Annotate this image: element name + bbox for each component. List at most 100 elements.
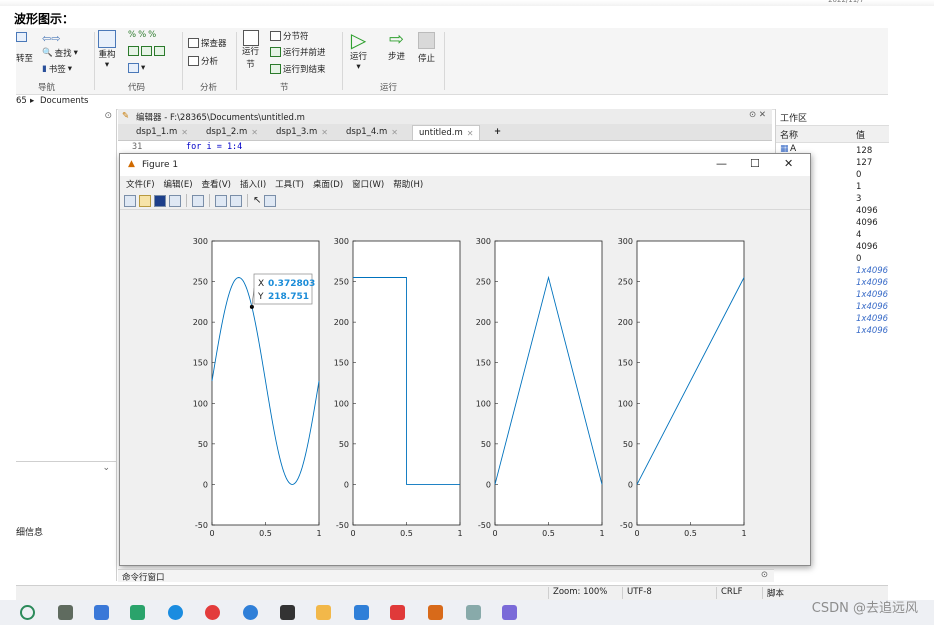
tab-dsp1-2[interactable]: dsp1_2.m ✕ xyxy=(200,125,264,139)
app-icon[interactable] xyxy=(20,605,35,620)
analyze-button[interactable]: 分析 xyxy=(188,55,218,67)
save-icon[interactable] xyxy=(154,194,166,207)
subplot-4[interactable]: -500501001502002503000 0.5 1 xyxy=(618,237,747,538)
subplot-1[interactable]: -500501001502002503000 0.5 1X 0.372803Y 218.… xyxy=(193,237,322,538)
current-folder-bar[interactable]: 65 ▸ Documents xyxy=(16,95,888,110)
tab-dsp1-1[interactable]: dsp1_1.m ✕ xyxy=(130,125,194,139)
app-icon[interactable] xyxy=(390,605,405,620)
app-icon[interactable] xyxy=(354,605,369,620)
close-icon[interactable]: ✕ xyxy=(467,129,474,138)
menu-tools[interactable]: 工具(T) xyxy=(275,178,304,190)
close-icon[interactable]: ✕ xyxy=(784,157,793,170)
menu-view[interactable]: 查看(V) xyxy=(202,178,231,190)
add-tab-button[interactable]: + xyxy=(488,125,507,139)
plot-area[interactable]: -50 0 50 100 150 200 250 300 0 0.5 1 X 0.372803 Y 218.… xyxy=(121,212,809,564)
run-advance-icon xyxy=(270,47,281,57)
print-icon[interactable] xyxy=(169,194,181,207)
goto-button[interactable] xyxy=(16,32,27,42)
format-button[interactable]: ▾ xyxy=(128,63,145,73)
minimize-icon[interactable]: — xyxy=(716,157,727,170)
comment-buttons[interactable]: %%% xyxy=(128,30,156,40)
menu-edit[interactable]: 编辑(E) xyxy=(164,178,193,190)
section-break-button[interactable]: 分节符 xyxy=(270,30,309,42)
explorer-button[interactable]: 探查器 xyxy=(188,37,227,49)
indent-buttons[interactable] xyxy=(128,46,165,56)
app-icon[interactable] xyxy=(243,605,258,620)
figure-title: Figure 1 xyxy=(142,160,179,170)
colorbar-icon[interactable] xyxy=(215,194,227,207)
divider xyxy=(94,32,95,90)
run-advance-button[interactable]: 运行并前进 xyxy=(270,46,326,58)
run-button[interactable]: ▷ 运行 ▾ xyxy=(350,30,367,72)
tab-dsp1-4[interactable]: dsp1_4.m ✕ xyxy=(340,125,404,139)
code-text[interactable]: for i = 1:4 xyxy=(186,142,242,152)
new-figure-icon[interactable] xyxy=(124,194,136,207)
close-icon[interactable]: ✕ xyxy=(391,128,398,137)
subplot-2[interactable]: -500501001502002503000 0.5 1 xyxy=(334,237,463,538)
menu-insert[interactable]: 插入(I) xyxy=(240,178,266,190)
legend-icon[interactable] xyxy=(230,194,242,207)
app-icon[interactable] xyxy=(205,605,220,620)
run-to-end-button[interactable]: 运行到结束 xyxy=(270,63,326,75)
x-tick-label: 1 xyxy=(741,529,746,538)
figure-window[interactable]: ▲ Figure 1 — ☐ ✕ 文件(F) 编辑(E) 查看(V) 插入(I)… xyxy=(119,153,811,566)
y-tick-label: 150 xyxy=(193,359,208,368)
subplots-canvas[interactable]: -500501001502002503000 0.5 1X 0.372803Y 218.… xyxy=(121,212,809,564)
workspace-value: 1x4096 xyxy=(856,326,889,336)
back-arrow-icon: ⇦⇨ xyxy=(42,32,61,45)
step-button[interactable]: ⇨ 步进 xyxy=(388,30,405,63)
path-prefix[interactable]: 65 xyxy=(16,96,27,106)
pointer-icon[interactable]: ↖ xyxy=(253,195,261,206)
find-button[interactable]: 🔍 查找 ▾ xyxy=(42,47,78,59)
app-icon[interactable] xyxy=(130,605,145,620)
path-folder[interactable]: Documents xyxy=(40,96,88,106)
bookmark-button[interactable]: ▮ 书签 ▾ xyxy=(42,63,72,75)
browser-icon[interactable] xyxy=(168,605,183,620)
matlab-icon[interactable] xyxy=(428,605,443,620)
app-icon[interactable] xyxy=(466,605,481,620)
menu-help[interactable]: 帮助(H) xyxy=(393,178,423,190)
app-icon[interactable] xyxy=(58,605,73,620)
datatip-x-value: 0.372803 xyxy=(268,279,315,289)
axes-box xyxy=(636,240,745,526)
app-icon[interactable] xyxy=(94,605,109,620)
subplot-3[interactable]: -500501001502002503000 0.5 1 xyxy=(476,237,605,538)
divider xyxy=(186,194,187,207)
refactor-button[interactable]: 重构 ▾ xyxy=(98,30,116,70)
maximize-icon[interactable]: ☐ xyxy=(750,157,760,170)
close-icon[interactable]: ✕ xyxy=(181,128,188,137)
menu-desktop[interactable]: 桌面(D) xyxy=(313,178,343,190)
code-editor[interactable]: 31 for i = 1:4 xyxy=(118,141,772,153)
tab-untitled[interactable]: untitled.m ✕ xyxy=(412,125,481,140)
col-value[interactable]: 值 xyxy=(856,128,865,141)
folder-icon[interactable] xyxy=(316,605,331,620)
editor-controls[interactable]: ⊙ ✕ xyxy=(749,110,766,120)
command-window-bar[interactable]: 命令行窗口 ⊙ xyxy=(118,569,774,583)
chevron-down-icon[interactable]: ⌄ xyxy=(102,463,110,473)
col-name[interactable]: 名称 xyxy=(780,128,798,141)
app-icon[interactable] xyxy=(280,605,295,620)
menu-file[interactable]: 文件(F) xyxy=(126,178,155,190)
open-icon[interactable] xyxy=(139,194,151,207)
close-icon[interactable]: ✕ xyxy=(251,128,258,137)
workspace-value: 128 xyxy=(856,146,873,156)
goto-label[interactable]: 转至 xyxy=(16,52,33,64)
panel-menu-icon[interactable]: ⊙ xyxy=(761,570,768,580)
play-icon: ▷ xyxy=(350,28,367,52)
y-tick-label: 200 xyxy=(193,318,208,327)
back-forward-buttons[interactable]: ⇦⇨ xyxy=(42,32,60,45)
tab-dsp1-3[interactable]: dsp1_3.m ✕ xyxy=(270,125,334,139)
app-icon[interactable] xyxy=(502,605,517,620)
link-plot-icon[interactable] xyxy=(192,194,204,207)
taskbar xyxy=(0,600,934,625)
stop-button[interactable]: 停止 xyxy=(418,30,435,64)
run-section-button[interactable]: 运行 节 xyxy=(242,30,259,72)
property-editor-icon[interactable] xyxy=(264,194,277,207)
menu-window[interactable]: 窗口(W) xyxy=(352,178,384,190)
panel-menu-icon[interactable]: ⊙ xyxy=(104,111,112,121)
close-icon[interactable]: ✕ xyxy=(321,128,328,137)
x-tick-label: 0.5 xyxy=(259,529,272,538)
mode-status: 脚本 xyxy=(762,587,807,599)
explorer-label: 探查器 xyxy=(201,39,227,49)
figure-titlebar: ▲ Figure 1 — ☐ ✕ xyxy=(120,154,810,176)
